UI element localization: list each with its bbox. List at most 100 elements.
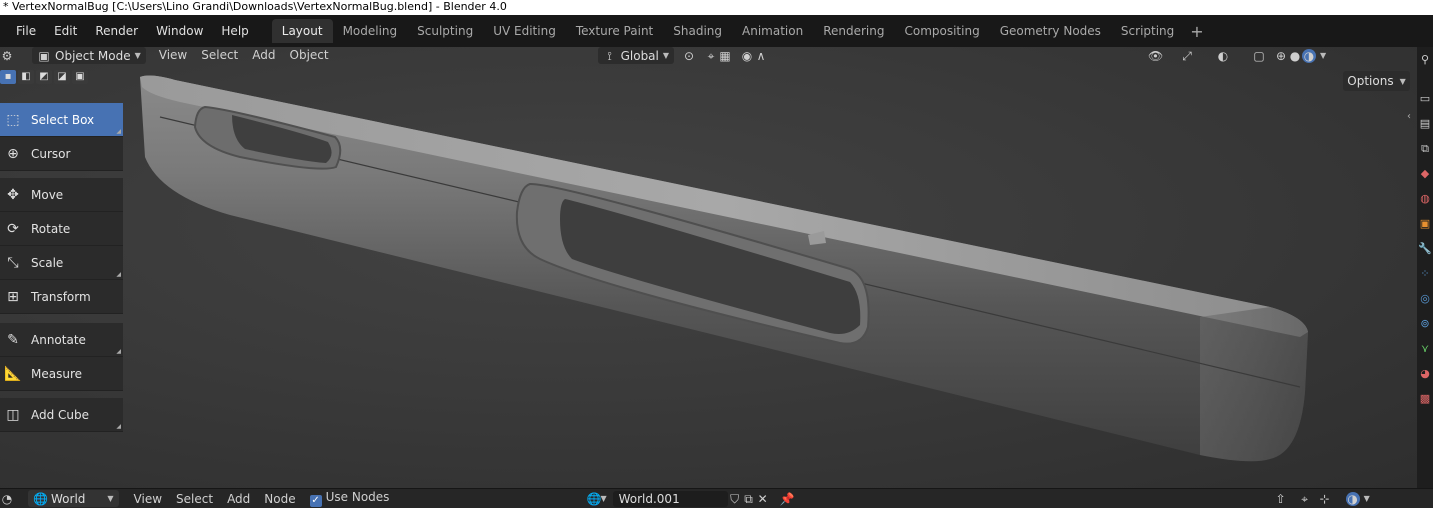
tool-rotate[interactable]: ⟳ Rotate — [0, 212, 123, 246]
world-name-field[interactable]: World.001 — [612, 490, 728, 507]
node-menu-view[interactable]: View — [127, 492, 169, 506]
object-properties-icon[interactable]: ▣ — [1420, 217, 1430, 231]
tool-add-cube[interactable]: ◫ Add Cube ◢ — [0, 398, 123, 432]
solid-shading-icon[interactable]: ● — [1288, 49, 1302, 63]
overlays-icon[interactable]: ◐ — [1216, 49, 1230, 63]
menu-file[interactable]: File — [0, 17, 45, 45]
output-properties-icon[interactable]: ▤ — [1420, 117, 1430, 131]
move-icon: ✥ — [7, 186, 19, 203]
constraints-properties-icon[interactable]: ⊚ — [1420, 317, 1429, 331]
bumper-mesh — [140, 75, 1308, 462]
add-workspace-button[interactable]: + — [1184, 22, 1209, 41]
physics-properties-icon[interactable]: ◎ — [1420, 292, 1430, 306]
node-menu-select[interactable]: Select — [169, 492, 220, 506]
viewport-menu-select[interactable]: Select — [194, 47, 245, 64]
tab-rendering[interactable]: Rendering — [813, 19, 894, 43]
tool-cursor[interactable]: ⊕ Cursor — [0, 137, 123, 171]
material-shading-icon[interactable]: ◑ — [1302, 48, 1317, 63]
select-mode-new-icon[interactable]: ▪ — [0, 70, 16, 84]
tool-annotate[interactable]: ✎ Annotate ◢ — [0, 323, 123, 357]
tab-geometry-nodes[interactable]: Geometry Nodes — [990, 19, 1111, 43]
overlays-icon[interactable]: ◑ — [1345, 491, 1360, 506]
wireframe-shading-icon[interactable]: ⊕ — [1274, 49, 1288, 63]
visibility-icon[interactable]: 👁 — [1148, 49, 1163, 63]
tab-compositing[interactable]: Compositing — [894, 19, 989, 43]
3d-viewport[interactable]: ⚙ ▣ Object Mode ▼ View Select Add Object… — [0, 47, 1417, 488]
proportional-edit-icon[interactable]: ◉ — [740, 49, 754, 63]
world-browse-icon[interactable]: 🌐 — [586, 492, 601, 506]
texture-properties-icon[interactable]: ▩ — [1420, 392, 1430, 406]
tool-transform[interactable]: ⊞ Transform — [0, 280, 123, 314]
use-nodes-toggle[interactable]: ✓ Use Nodes — [303, 490, 397, 507]
menu-window[interactable]: Window — [147, 17, 212, 45]
node-menu-add[interactable]: Add — [220, 492, 257, 506]
options-label: Options — [1347, 74, 1394, 88]
material-properties-icon[interactable]: ◕ — [1420, 367, 1430, 381]
parent-node-tree-icon[interactable]: ⇧ — [1274, 492, 1288, 506]
tab-shading[interactable]: Shading — [663, 19, 732, 43]
select-mode-invert-icon[interactable]: ◪ — [54, 70, 70, 84]
snap-element-icon[interactable]: ⊹ — [1318, 492, 1332, 506]
top-bar: File Edit Render Window Help Layout Mode… — [0, 15, 1433, 47]
render-properties-icon[interactable]: ▭ — [1420, 92, 1430, 106]
editor-type-icon[interactable]: ⚙ — [0, 49, 14, 63]
chevron-down-icon[interactable]: ▼ — [600, 494, 606, 503]
tool-measure[interactable]: 📐 Measure — [0, 357, 123, 391]
tool-move[interactable]: ✥ Move — [0, 178, 123, 212]
chevron-down-icon: ▼ — [1399, 76, 1406, 86]
tool-select-box[interactable]: ⬚ Select Box ◢ — [0, 103, 123, 137]
particles-properties-icon[interactable]: ⁘ — [1420, 267, 1429, 281]
sidebar-collapse-icon[interactable]: ‹ — [1407, 111, 1411, 122]
fake-user-icon[interactable]: ⛉ — [728, 492, 742, 506]
tab-texture-paint[interactable]: Texture Paint — [566, 19, 663, 43]
view-layer-properties-icon[interactable]: ⧉ — [1421, 142, 1429, 156]
tab-scripting[interactable]: Scripting — [1111, 19, 1184, 43]
viewport-menu-view[interactable]: View — [152, 47, 194, 64]
select-box-icon: ⬚ — [6, 111, 20, 128]
data-properties-icon[interactable]: ⋎ — [1421, 342, 1429, 356]
scene-properties-icon[interactable]: ◆ — [1421, 167, 1429, 181]
world-properties-icon[interactable]: ◍ — [1420, 192, 1430, 206]
xray-icon[interactable]: ▢ — [1252, 49, 1266, 63]
menu-edit[interactable]: Edit — [45, 17, 86, 45]
tab-modeling[interactable]: Modeling — [333, 19, 408, 43]
add-cube-icon: ◫ — [6, 406, 20, 423]
scale-icon: ⤡ — [7, 254, 19, 271]
mesh-end-cap — [1200, 307, 1308, 462]
snap-icon[interactable]: ⌖ — [704, 49, 718, 63]
viewport-menu-add[interactable]: Add — [245, 47, 282, 64]
tool-scale[interactable]: ⤡ Scale ◢ — [0, 246, 123, 280]
snap-icon[interactable]: ⌖ — [1298, 492, 1312, 506]
chevron-down-icon[interactable]: ▼ — [1364, 494, 1370, 503]
viewport-menu-object[interactable]: Object — [283, 47, 336, 64]
pivot-icon[interactable]: ⊙ — [682, 49, 696, 63]
tab-sculpting[interactable]: Sculpting — [407, 19, 483, 43]
node-editor-header: ◔ 🌐 World ▼ View Select Add Node ✓ Use No… — [0, 488, 1433, 508]
editor-type-icon[interactable]: ◔ — [0, 492, 14, 506]
menu-render[interactable]: Render — [86, 17, 147, 45]
select-mode-intersect-icon[interactable]: ▣ — [72, 70, 88, 84]
tab-uv-editing[interactable]: UV Editing — [483, 19, 566, 43]
unlink-icon[interactable]: ✕ — [756, 492, 770, 506]
select-mode-subtract-icon[interactable]: ◩ — [36, 70, 52, 84]
world-shader-dropdown[interactable]: 🌐 World ▼ — [28, 490, 119, 507]
tab-layout[interactable]: Layout — [271, 19, 333, 43]
mode-dropdown[interactable]: ▣ Object Mode ▼ — [32, 47, 146, 64]
transform-orientation-dropdown[interactable]: ⟟ Global ▼ — [597, 47, 675, 64]
shading-options-chevron-icon[interactable]: ▼ — [1320, 51, 1326, 60]
select-mode-extend-icon[interactable]: ◧ — [18, 70, 34, 84]
duplicate-icon[interactable]: ⧉ — [742, 492, 756, 506]
use-nodes-checkbox-icon: ✓ — [309, 495, 322, 507]
node-menu-node[interactable]: Node — [257, 492, 302, 506]
falloff-icon[interactable]: ∧ — [754, 49, 768, 63]
workspace-tabs: Layout Modeling Sculpting UV Editing Tex… — [271, 15, 1210, 47]
tab-animation[interactable]: Animation — [732, 19, 813, 43]
gizmo-icon[interactable]: ⤢ — [1180, 49, 1194, 63]
pin-icon[interactable]: 📌 — [780, 492, 795, 506]
modifier-properties-icon[interactable]: 🔧 — [1418, 242, 1432, 256]
options-button[interactable]: Options ▼ — [1343, 71, 1410, 91]
menu-help[interactable]: Help — [212, 17, 257, 45]
snap-grid-icon[interactable]: ▦ — [718, 49, 732, 63]
tool-properties-icon[interactable]: ⚲ — [1421, 53, 1429, 67]
window-title: * VertexNormalBug [C:\Users\Lino Grandi\… — [3, 0, 507, 13]
